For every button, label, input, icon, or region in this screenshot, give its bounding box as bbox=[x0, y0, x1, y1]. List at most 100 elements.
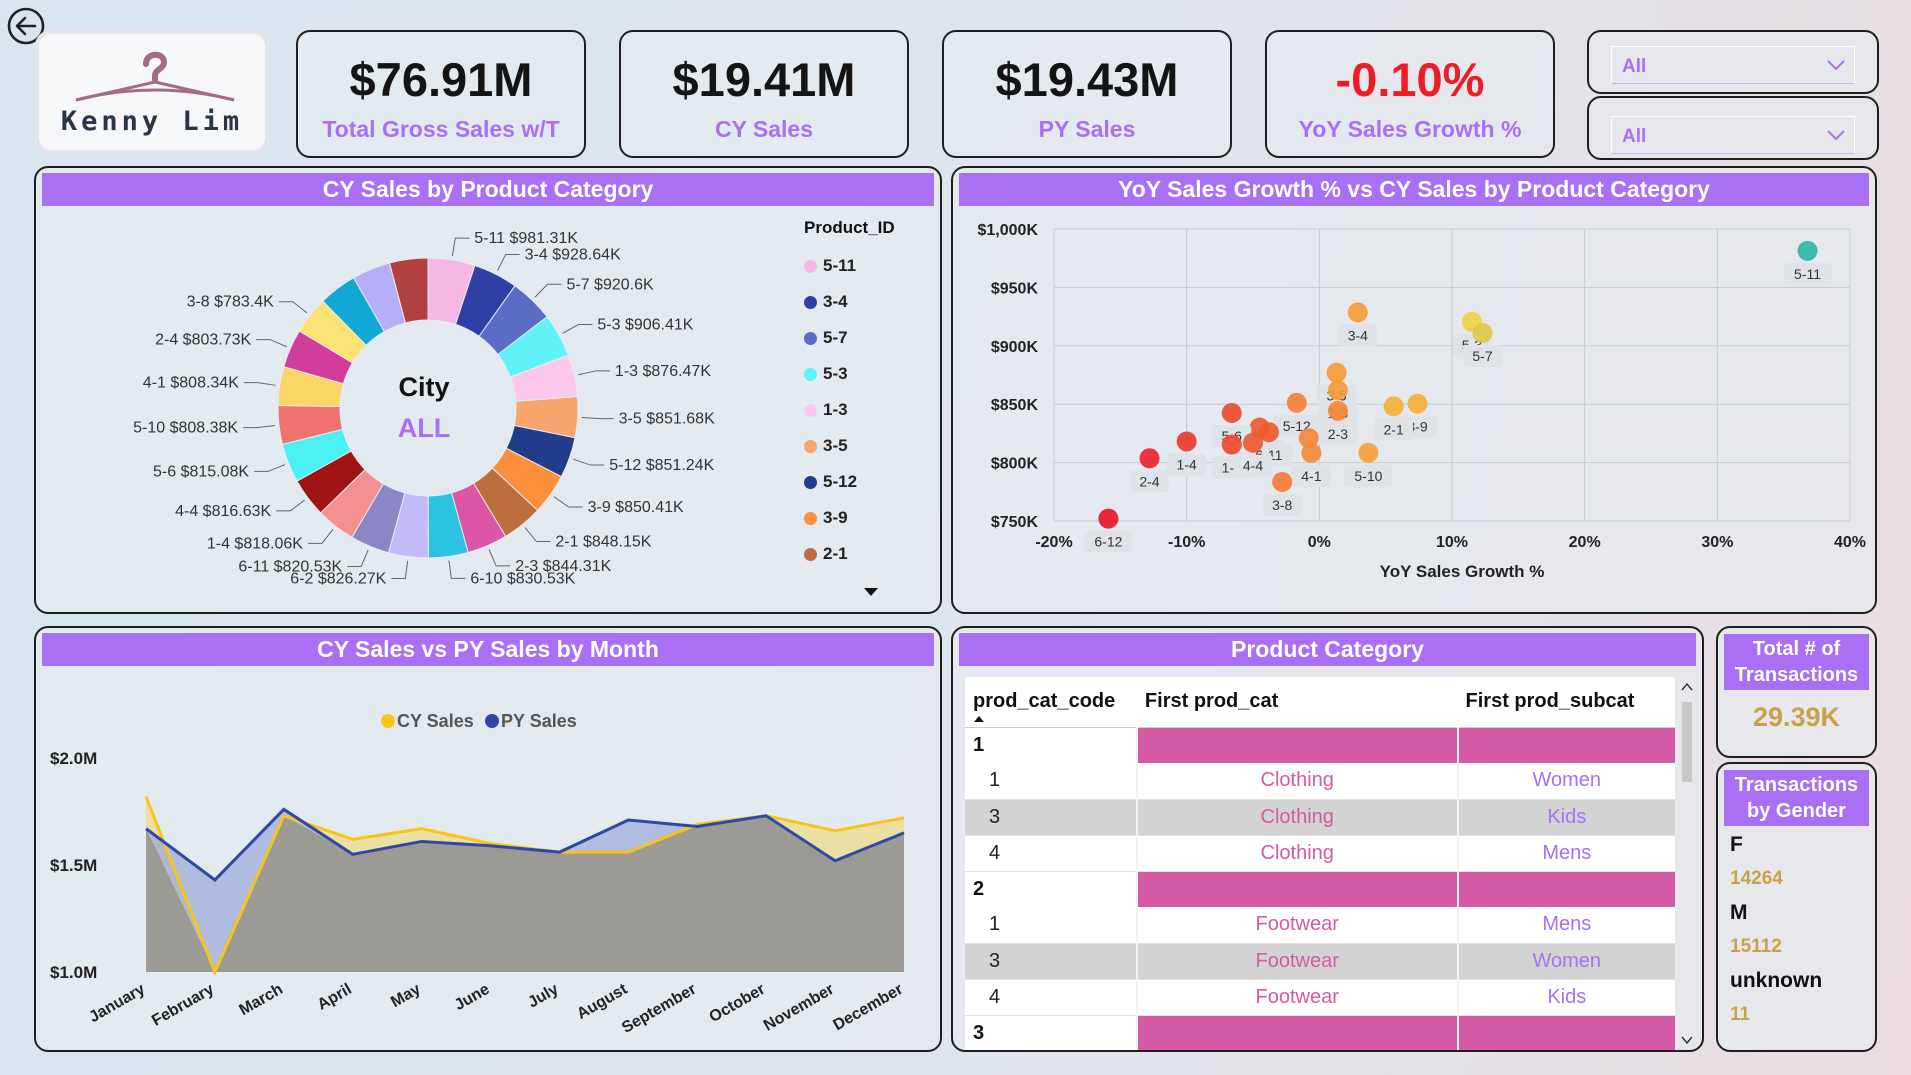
point-label: 3-4 bbox=[1338, 324, 1378, 347]
gender-label: M bbox=[1730, 901, 1748, 924]
scroll-thumb[interactable] bbox=[1682, 702, 1692, 782]
scatter-point-6-12[interactable] bbox=[1098, 508, 1119, 529]
card-title: Total # of Transactions bbox=[1724, 634, 1869, 690]
x-tick-label: 30% bbox=[1701, 534, 1733, 551]
scatter-point-2-1[interactable] bbox=[1383, 396, 1404, 417]
table-row[interactable]: 1 Footwear Mens bbox=[965, 907, 1675, 944]
kpi-yoy-growth: -0.10% YoY Sales Growth % bbox=[1265, 30, 1555, 158]
point-label: 5-7 bbox=[1463, 344, 1503, 367]
scatter-point-3-4[interactable] bbox=[1347, 302, 1368, 323]
legend-label[interactable]: PY Sales bbox=[501, 711, 577, 731]
legend-dot bbox=[804, 259, 817, 273]
leader-line bbox=[256, 339, 287, 348]
column-header-prod-subcat[interactable]: First prod_subcat bbox=[1457, 677, 1675, 728]
scatter-point-3-8[interactable] bbox=[1272, 471, 1293, 492]
point-label: 5-10 bbox=[1344, 464, 1393, 487]
table-group-row[interactable]: 3 bbox=[965, 1015, 1675, 1050]
point-label-text: 5-7 bbox=[1472, 348, 1492, 364]
donut-center-title: City bbox=[398, 372, 449, 402]
scatter-chart: -20% -10% 0% 10% 20% 30% 40% $750K $800K $850K $90… bbox=[978, 222, 1867, 581]
slice-label: 5-11 $981.31K bbox=[474, 230, 578, 247]
legend-dot bbox=[804, 547, 817, 561]
legend-label: 3-9 bbox=[823, 508, 848, 527]
point-label: 2-3 bbox=[1318, 422, 1358, 445]
scatter-point-5-12[interactable] bbox=[1286, 392, 1307, 413]
point-label: 1-4 bbox=[1167, 453, 1207, 476]
y-tick-label: $2.0M bbox=[50, 749, 97, 768]
leader-line bbox=[581, 417, 614, 420]
scatter-point-2-4[interactable] bbox=[1139, 448, 1160, 469]
point-label-text: 2-1 bbox=[1384, 421, 1404, 437]
cell-prod-subcat: Kids bbox=[1456, 979, 1675, 1016]
scatter-point-1-4[interactable] bbox=[1176, 431, 1197, 452]
sort-ascending-icon bbox=[974, 715, 984, 722]
leader-line bbox=[534, 283, 562, 298]
cell-prod-subcat: Women bbox=[1456, 943, 1675, 980]
table-group-row[interactable]: 1 bbox=[965, 727, 1675, 763]
legend-label[interactable]: CY Sales bbox=[397, 711, 474, 731]
scatter-point-1-3[interactable] bbox=[1327, 380, 1348, 401]
filter-dropdown-2[interactable]: All bbox=[1611, 116, 1855, 154]
legend-item[interactable]: 3-9 bbox=[804, 500, 934, 536]
table-row[interactable]: 3 Clothing Kids bbox=[965, 799, 1675, 836]
point-label-text: 2-4 bbox=[1139, 473, 1159, 489]
slice-label: 3-8 $783.4K bbox=[187, 294, 275, 311]
column-header-prod-cat[interactable]: First prod_cat bbox=[1136, 677, 1458, 728]
transactions-card: Total # of Transactions 29.39K bbox=[1716, 626, 1877, 758]
group-fill bbox=[1135, 871, 1458, 907]
scatter-point-3-5[interactable] bbox=[1326, 362, 1347, 383]
legend-label: 3-4 bbox=[823, 292, 848, 311]
group-fill bbox=[1135, 1015, 1458, 1050]
point-label: 4-1 bbox=[1291, 464, 1331, 487]
table-group-row[interactable]: 2 bbox=[965, 871, 1675, 907]
scroll-down-icon[interactable] bbox=[862, 586, 880, 598]
cell-code: 4 bbox=[965, 979, 1137, 1016]
legend-item[interactable]: 5-12 bbox=[804, 464, 934, 500]
x-tick-label: May bbox=[388, 981, 424, 1011]
point-label-text: 5-11 bbox=[1794, 266, 1821, 282]
kpi-value: -0.10% bbox=[1335, 53, 1485, 106]
legend-item[interactable]: 3-5 bbox=[804, 428, 934, 464]
leader-line bbox=[278, 301, 308, 314]
panel-title: YoY Sales Growth % vs CY Sales by Produc… bbox=[959, 173, 1869, 206]
scatter-point-3-9[interactable] bbox=[1407, 393, 1428, 414]
kpi-label: CY Sales bbox=[714, 116, 814, 142]
group-code: 2 bbox=[965, 871, 1137, 907]
table-row[interactable]: 4 Clothing Mens bbox=[965, 835, 1675, 872]
kpi-label: YoY Sales Growth % bbox=[1298, 116, 1522, 142]
x-tick-label: August bbox=[574, 980, 631, 1023]
donut-chart: 5-11 $981.31K3-4 $928.64K 5-7 $920.6K 5-3 … bbox=[133, 230, 715, 587]
scatter-point-1-1[interactable] bbox=[1221, 434, 1242, 455]
slice-label: 3-5 $851.68K bbox=[619, 411, 715, 428]
legend-item[interactable]: 1-3 bbox=[804, 392, 934, 428]
scroll-up-icon[interactable] bbox=[1680, 681, 1694, 693]
leader-line bbox=[573, 458, 605, 466]
table-row[interactable]: 4 Footwear Kids bbox=[965, 979, 1675, 1016]
leader-line bbox=[391, 560, 409, 580]
legend-item[interactable]: 2-1 bbox=[804, 536, 934, 572]
legend-item[interactable]: 5-3 bbox=[804, 356, 934, 392]
filter-dropdown-1[interactable]: All bbox=[1611, 46, 1855, 84]
table-row[interactable]: 1 Clothing Women bbox=[965, 763, 1675, 800]
legend-item[interactable]: 3-4 bbox=[804, 284, 934, 320]
chevron-down-icon bbox=[1827, 60, 1845, 71]
filter-value: All bbox=[1622, 56, 1647, 77]
cell-code: 4 bbox=[965, 835, 1137, 872]
legend-item[interactable]: 5-7 bbox=[804, 320, 934, 356]
table-row[interactable]: 3 Footwear Women bbox=[965, 943, 1675, 980]
scatter-point-5-6[interactable] bbox=[1221, 402, 1242, 423]
scroll-down-icon[interactable] bbox=[1680, 1034, 1694, 1046]
kpi-value: $19.43M bbox=[995, 53, 1179, 106]
scatter-point[interactable] bbox=[1298, 428, 1319, 449]
table-scrollbar[interactable] bbox=[1680, 680, 1694, 1046]
area-panel: CY Sales vs PY Sales by Month $1.0M $1.5M… bbox=[34, 626, 942, 1052]
scatter-point-5-11[interactable] bbox=[1797, 240, 1818, 261]
leader-line bbox=[497, 254, 520, 271]
scatter-point-5-10[interactable] bbox=[1358, 442, 1379, 463]
scatter-point-4-4[interactable] bbox=[1243, 432, 1263, 453]
y-tick-label: $1.0M bbox=[50, 963, 97, 982]
scatter-point-2-3[interactable] bbox=[1327, 400, 1348, 421]
column-header-prod-cat-code[interactable]: prod_cat_code bbox=[965, 677, 1137, 728]
scatter-point-5-7[interactable] bbox=[1472, 322, 1493, 343]
legend-item[interactable]: 5-11 bbox=[804, 248, 934, 284]
